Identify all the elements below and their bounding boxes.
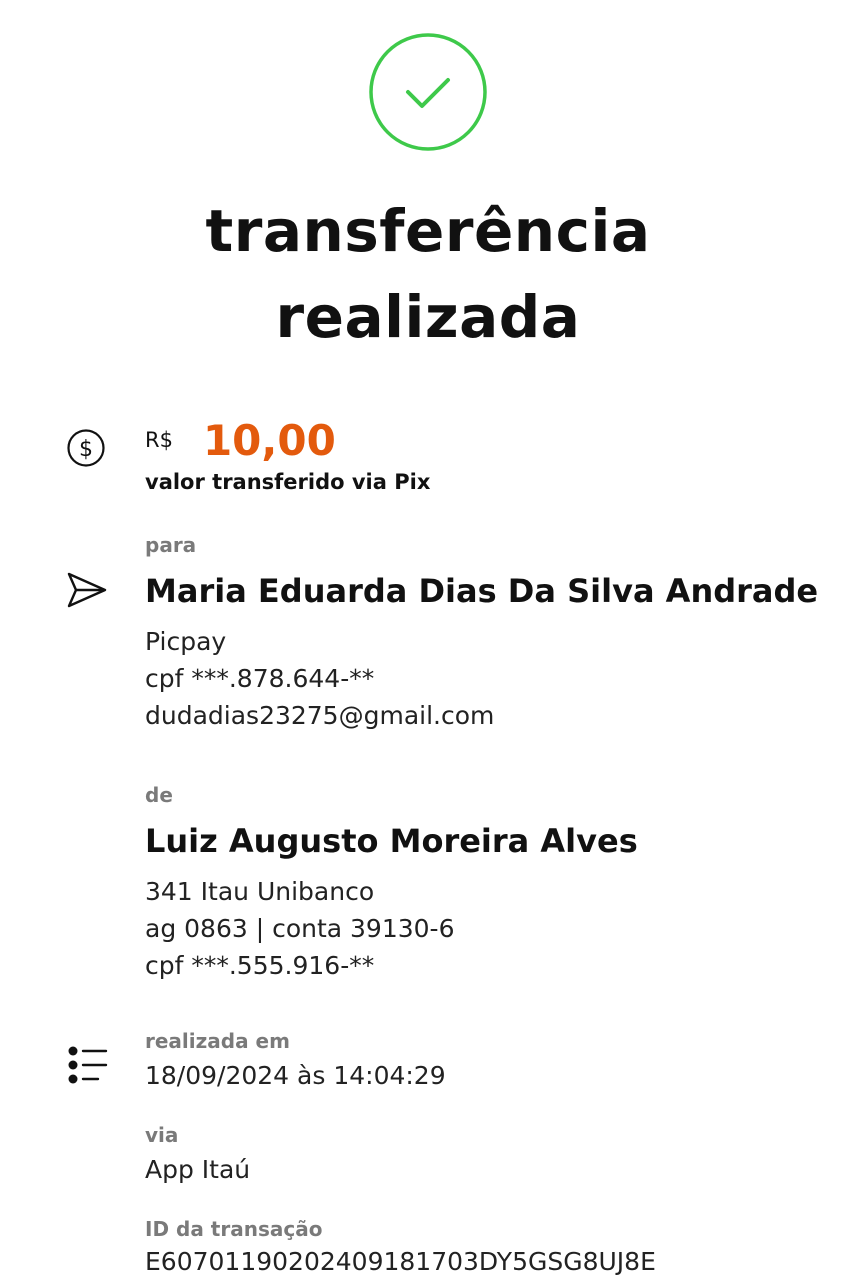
recipient-bank: Picpay [145, 627, 227, 656]
list-icon [68, 1046, 108, 1084]
page-title: transferência realizada [0, 188, 856, 360]
amount-value: 10,00 [202, 415, 336, 465]
date-label: realizada em [145, 1029, 290, 1053]
svg-text:$: $ [79, 437, 93, 462]
amount-row: R$ 10,00 [145, 412, 336, 468]
recipient-email: dudadias23275@gmail.com [145, 701, 495, 730]
via-label: via [145, 1123, 179, 1147]
sender-bank: 341 Itau Unibanco [145, 877, 375, 906]
transaction-id-value: E60701190202409181703DY5GSG8UJ8E [145, 1247, 656, 1276]
dollar-circle-icon: $ [67, 429, 105, 467]
sender-label: de [145, 783, 173, 807]
sender-account: ag 0863 | conta 39130-6 [145, 914, 455, 943]
date-value: 18/09/2024 às 14:04:29 [145, 1061, 446, 1090]
check-circle-icon [369, 33, 487, 151]
paper-plane-icon [67, 572, 107, 608]
currency-symbol: R$ [145, 428, 173, 452]
recipient-name: Maria Eduarda Dias Da Silva Andrade [145, 572, 819, 610]
transaction-id-label: ID da transação [145, 1217, 323, 1241]
title-line-2: realizada [275, 283, 581, 351]
title-line-1: transferência [205, 197, 651, 265]
sender-cpf: cpf ***.555.916-** [145, 951, 375, 980]
recipient-label: para [145, 533, 197, 557]
amount-description: valor transferido via Pix [145, 470, 431, 494]
via-value: App Itaú [145, 1155, 251, 1184]
recipient-cpf: cpf ***.878.644-** [145, 664, 375, 693]
sender-name: Luiz Augusto Moreira Alves [145, 822, 638, 860]
